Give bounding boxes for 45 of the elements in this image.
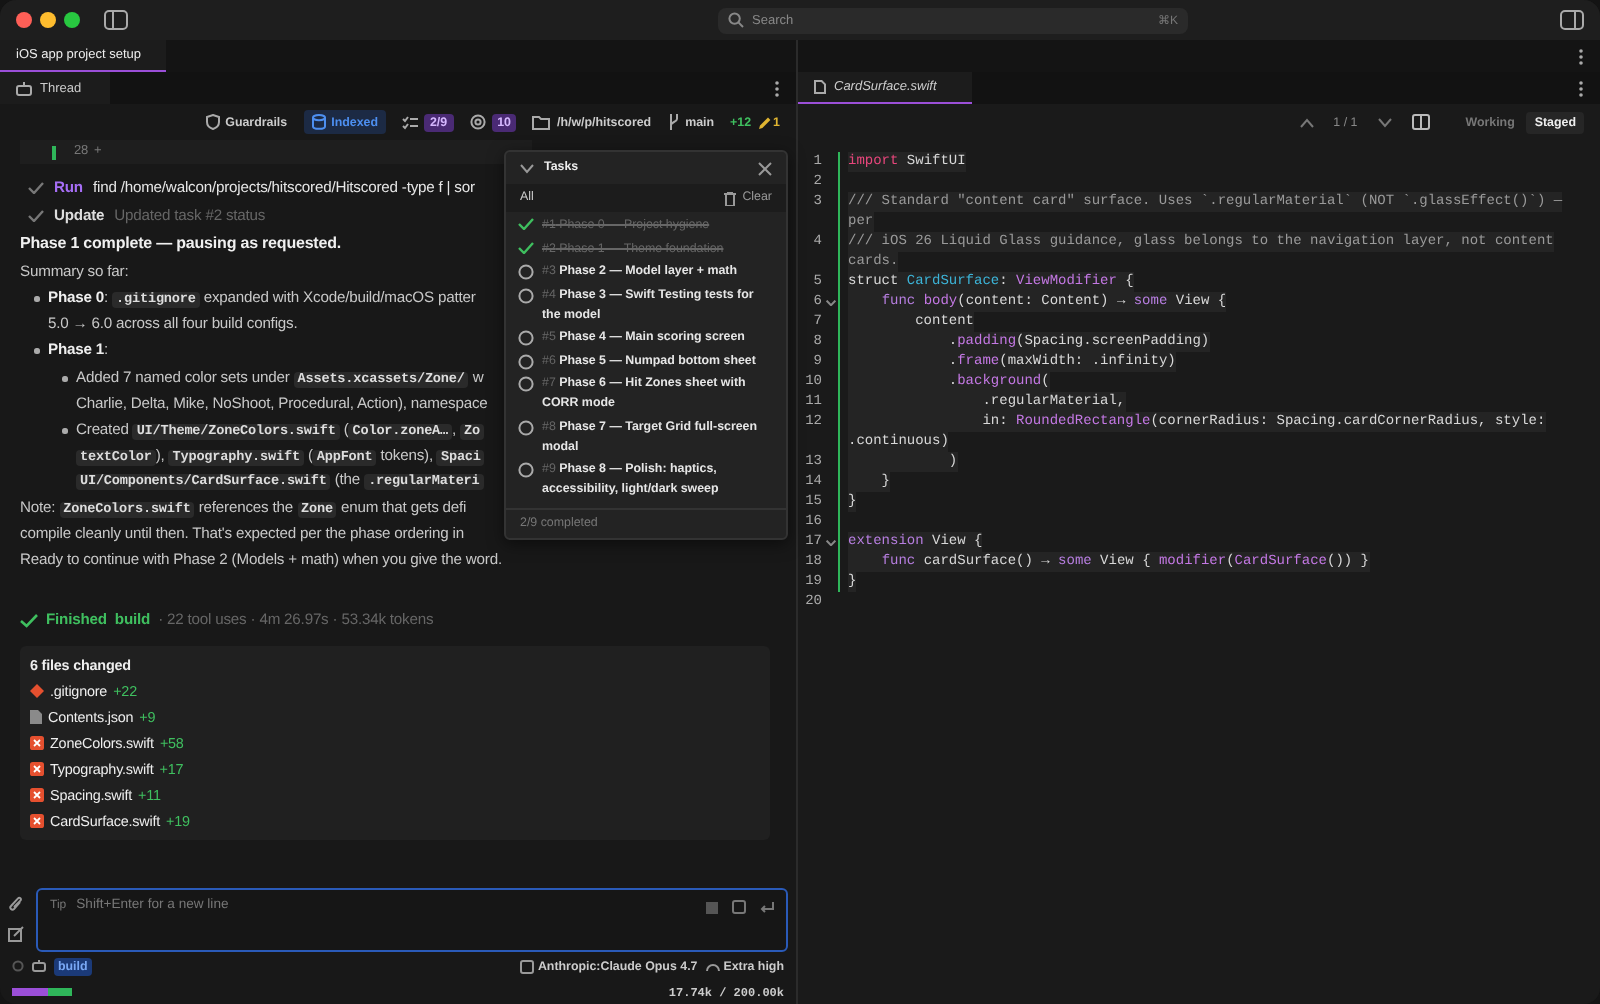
- checklist-icon: [401, 115, 418, 129]
- edit-icon[interactable]: [8, 926, 24, 942]
- context-meter-drawing: [12, 988, 72, 996]
- bullet-dot: [34, 296, 39, 302]
- branch-icon: [667, 114, 680, 130]
- robot-icon: [16, 81, 32, 95]
- chevron-down-icon[interactable]: [1377, 117, 1392, 127]
- close-window-button[interactable]: [16, 12, 32, 28]
- folder-icon: [532, 115, 551, 129]
- swift-file-icon: [30, 813, 44, 828]
- robot-icon: [32, 960, 46, 972]
- more-icon[interactable]: [1578, 47, 1584, 65]
- more-icon[interactable]: [774, 79, 780, 97]
- close-icon[interactable]: [758, 161, 772, 175]
- fold-chevron-icon[interactable]: [825, 539, 835, 545]
- swift-file-icon: [30, 787, 44, 802]
- bullet-dot: [62, 376, 67, 382]
- sidebar-icon[interactable]: [104, 10, 128, 30]
- split-view-icon[interactable]: [1411, 114, 1430, 130]
- return-icon[interactable]: [760, 901, 774, 913]
- swift-file-icon: [30, 735, 44, 750]
- git-file-icon: [30, 683, 44, 698]
- fold-chevron-icon[interactable]: [825, 299, 835, 305]
- zoom-window-button[interactable]: [64, 12, 80, 28]
- search-icon: [728, 12, 744, 28]
- panel-toggle-icon[interactable]: [1560, 10, 1584, 30]
- shield-icon: [205, 114, 220, 130]
- document-icon: [30, 709, 42, 724]
- paperclip-icon[interactable]: [8, 896, 24, 914]
- more-icon[interactable]: [1578, 79, 1584, 97]
- bullet-dot: [34, 348, 39, 354]
- bullet-dot: [62, 428, 67, 434]
- gauge-icon: [705, 960, 720, 972]
- chevron-down-icon[interactable]: [520, 163, 534, 173]
- database-icon: [311, 114, 326, 130]
- stop-icon[interactable]: [706, 901, 718, 913]
- trash-icon: [724, 191, 737, 205]
- document-icon: [814, 80, 826, 94]
- message-text: Phase 1 complete — pausing as requested.: [20, 232, 342, 256]
- chevron-up-icon[interactable]: [1299, 117, 1314, 127]
- pencil-icon: [757, 115, 772, 129]
- minimize-window-button[interactable]: [40, 12, 56, 28]
- square-icon[interactable]: [732, 900, 746, 914]
- check-icon: [20, 614, 38, 629]
- swift-file-icon: [30, 761, 44, 776]
